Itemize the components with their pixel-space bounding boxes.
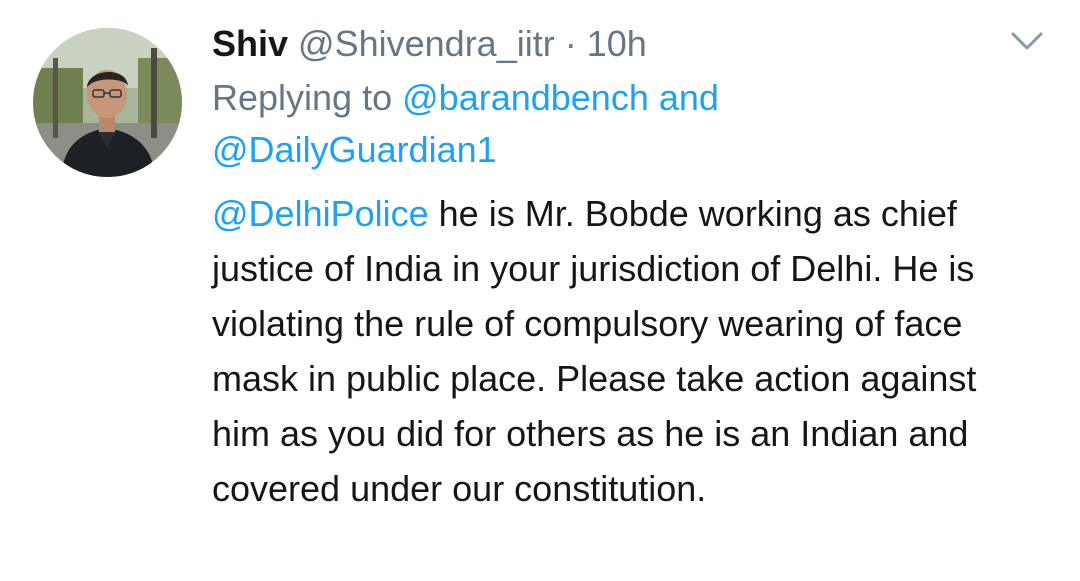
reply-and[interactable]: and <box>659 77 719 118</box>
author-handle[interactable]: @Shivendra_iitr <box>298 23 555 64</box>
author-name[interactable]: Shiv <box>212 23 288 64</box>
tweet-header: Shiv @Shivendra_iitr · 10h <box>212 22 1032 66</box>
tweet-body-text: he is Mr. Bobde working as chief justice… <box>212 193 977 509</box>
chevron-down-icon[interactable] <box>1010 30 1044 52</box>
reply-mention-dailyguardian[interactable]: @DailyGuardian1 <box>212 129 497 170</box>
avatar[interactable] <box>33 28 182 177</box>
replying-prefix: Replying to <box>212 77 393 118</box>
reply-mention-barandbench[interactable]: @barandbench <box>402 77 649 118</box>
tweet-body: @DelhiPolice he is Mr. Bobde working as … <box>212 186 1032 516</box>
tweet-content: Shiv @Shivendra_iitr · 10h Replying to @… <box>212 22 1032 516</box>
body-mention-delhipolice[interactable]: @DelhiPolice <box>212 193 429 234</box>
tweet-timestamp[interactable]: 10h <box>587 23 647 64</box>
header-separator: · <box>564 23 577 64</box>
avatar-image <box>33 28 182 177</box>
tweet[interactable]: Shiv @Shivendra_iitr · 10h Replying to @… <box>0 0 1080 581</box>
replying-to: Replying to @barandbench and @DailyGuard… <box>212 72 1032 176</box>
